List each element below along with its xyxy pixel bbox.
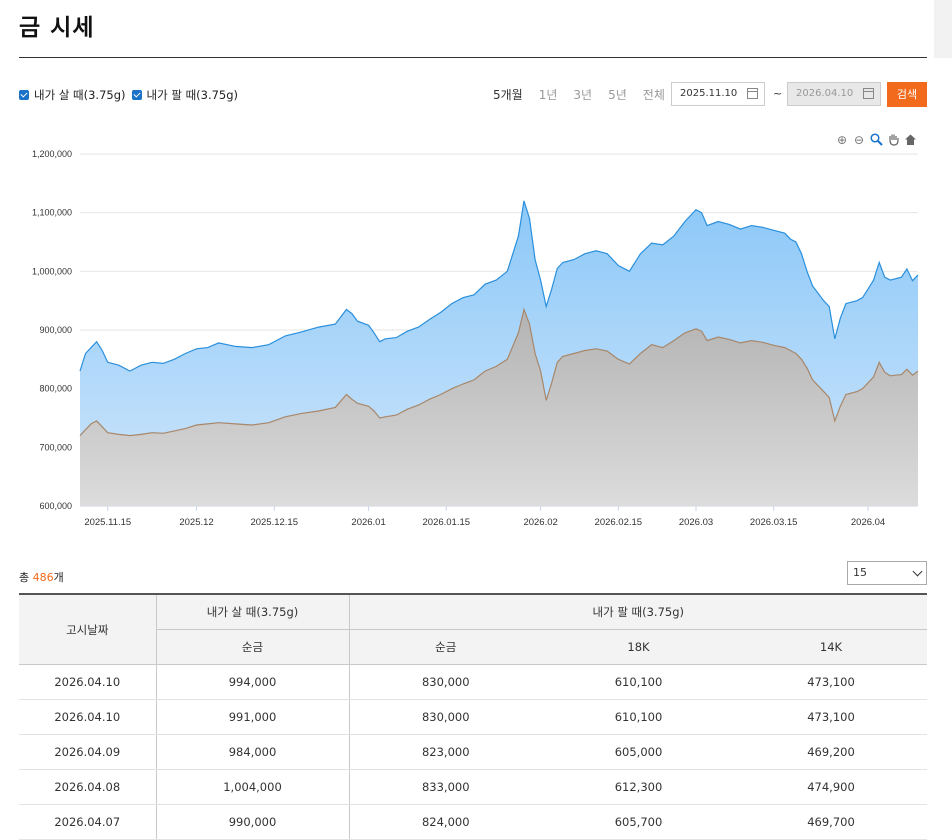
buy-checkbox[interactable]: 내가 살 때(3.75g) — [19, 87, 126, 103]
cell-sell-14k: 469,200 — [735, 734, 928, 770]
cell-sell-14k: 473,100 — [735, 664, 928, 700]
total-count: 총 486개 — [19, 569, 64, 585]
cell-buy: 994,000 — [156, 664, 350, 700]
cell-buy: 990,000 — [156, 804, 350, 840]
y-tick-label: 1,100,000 — [32, 208, 72, 218]
buy-checkbox-label: 내가 살 때(3.75g) — [34, 88, 126, 102]
x-tick-label: 2026.02.15 — [595, 517, 643, 528]
cell-sell-pure: 824,000 — [349, 804, 542, 840]
cell-buy: 991,000 — [156, 699, 350, 735]
table-row: 2026.04.10 994,000 830,000 610,100 473,1… — [19, 664, 928, 700]
header-buy: 내가 살 때(3.75g) — [156, 593, 350, 630]
y-tick-label: 1,200,000 — [32, 149, 72, 159]
legend: 내가 살 때(3.75g) 내가 팔 때(3.75g) — [19, 87, 244, 103]
title-divider — [19, 57, 927, 58]
cell-sell-18k: 605,000 — [542, 734, 735, 770]
table-row: 2026.04.07 990,000 824,000 605,700 469,7… — [19, 804, 928, 840]
scroll-strip — [934, 0, 952, 58]
cell-buy: 984,000 — [156, 734, 350, 770]
chevron-down-icon — [912, 566, 923, 577]
cell-date: 2026.04.10 — [19, 664, 157, 700]
price-chart: 1,200,000 1,100,000 1,000,000 900,000 800,00… — [32, 149, 919, 528]
subheader-sell-18k: 18K — [542, 629, 735, 665]
price-table: 고시날짜 내가 살 때(3.75g) 내가 팔 때(3.75g) 순금 순금 1… — [19, 593, 928, 840]
table-row: 2026.04.09 984,000 823,000 605,000 469,2… — [19, 734, 928, 770]
cell-sell-14k: 474,900 — [735, 769, 928, 805]
page-size-value: 15 — [853, 566, 867, 579]
period-tab-all[interactable]: 전체 — [643, 86, 665, 103]
period-tab-5y[interactable]: 5년 — [608, 86, 627, 103]
sell-checkbox[interactable]: 내가 팔 때(3.75g) — [131, 87, 239, 103]
page-size-select[interactable]: 15 — [847, 561, 927, 585]
x-tick-label: 2026.01.15 — [423, 517, 471, 528]
y-tick-label: 900,000 — [39, 325, 72, 335]
header-sell: 내가 팔 때(3.75g) — [349, 593, 928, 630]
cell-sell-14k: 469,700 — [735, 804, 928, 840]
total-prefix: 총 — [19, 571, 33, 584]
period-tabs: 5개월 1년 3년 5년 전체 — [493, 86, 681, 103]
cell-date: 2026.04.07 — [19, 804, 157, 840]
cell-date: 2026.04.08 — [19, 769, 157, 805]
subheader-sell-pure: 순금 — [349, 629, 542, 665]
cell-buy: 1,004,000 — [156, 769, 350, 805]
cell-date: 2026.04.10 — [19, 699, 157, 735]
total-suffix: 개 — [53, 571, 64, 584]
x-tick-label: 2026.04 — [851, 517, 885, 528]
y-tick-label: 600,000 — [39, 501, 72, 511]
x-tick-label: 2025.12 — [179, 517, 213, 528]
table-row: 2026.04.10 991,000 830,000 610,100 473,1… — [19, 699, 928, 735]
x-axis-labels: 2025.11.15 2025.12 2025.12.15 2026.01 2026.0… — [84, 506, 885, 528]
y-tick-label: 800,000 — [39, 384, 72, 394]
calendar-icon[interactable] — [747, 88, 758, 99]
cell-sell-pure: 823,000 — [349, 734, 542, 770]
start-date-value: 2025.11.10 — [680, 88, 738, 99]
period-tab-5m[interactable]: 5개월 — [493, 86, 523, 103]
search-button[interactable]: 검색 — [887, 82, 927, 107]
checkbox-checked-icon — [19, 90, 29, 100]
chart-areas — [79, 200, 919, 506]
header-date: 고시날짜 — [19, 593, 157, 665]
page-title: 금 시세 — [19, 15, 95, 41]
end-date-value: 2026.04.10 — [796, 88, 854, 99]
end-date-input[interactable]: 2026.04.10 — [787, 82, 881, 106]
cell-sell-pure: 830,000 — [349, 664, 542, 700]
cell-sell-18k: 612,300 — [542, 769, 735, 805]
subheader-sell-14k: 14K — [735, 629, 928, 665]
checkbox-checked-icon — [131, 90, 142, 100]
calendar-icon[interactable] — [863, 88, 874, 99]
cell-sell-14k: 473,100 — [735, 699, 928, 735]
cell-sell-pure: 833,000 — [349, 769, 542, 805]
period-tab-1y[interactable]: 1년 — [539, 86, 558, 103]
x-tick-label: 2026.01 — [351, 517, 385, 528]
x-tick-label: 2025.12.15 — [250, 517, 298, 528]
period-tab-3y[interactable]: 3년 — [573, 86, 592, 103]
cell-sell-18k: 610,100 — [542, 699, 735, 735]
table-row: 2026.04.08 1,004,000 833,000 612,300 474… — [19, 769, 928, 805]
start-date-input[interactable]: 2025.11.10 — [671, 82, 765, 106]
x-tick-label: 2026.03.15 — [750, 517, 798, 528]
y-tick-label: 1,000,000 — [32, 266, 72, 276]
cell-sell-18k: 610,100 — [542, 664, 735, 700]
cell-sell-pure: 830,000 — [349, 699, 542, 735]
date-separator: ~ — [773, 87, 783, 100]
subheader-buy-pure: 순금 — [156, 629, 350, 665]
y-axis-labels: 1,200,000 1,100,000 1,000,000 900,000 800,00… — [32, 149, 72, 511]
cell-sell-18k: 605,700 — [542, 804, 735, 840]
sell-checkbox-label: 내가 팔 때(3.75g) — [146, 88, 239, 102]
x-tick-label: 2026.02 — [523, 517, 557, 528]
cell-date: 2026.04.09 — [19, 734, 157, 770]
x-tick-label: 2026.03 — [679, 517, 713, 528]
total-count-value: 486 — [32, 571, 54, 584]
y-tick-label: 700,000 — [39, 442, 72, 452]
x-tick-label: 2025.11.15 — [84, 517, 131, 528]
